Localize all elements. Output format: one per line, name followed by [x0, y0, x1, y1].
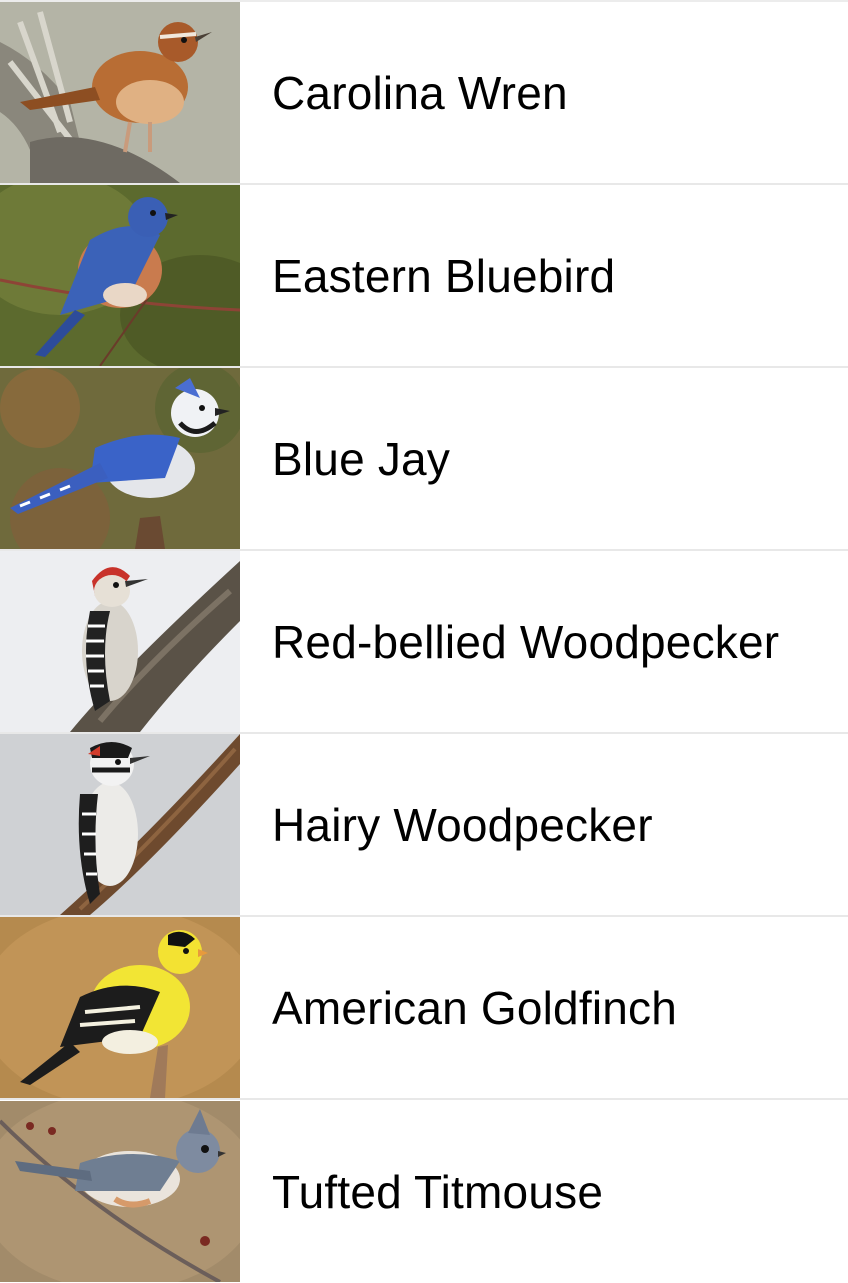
red-bellied-woodpecker-photo — [0, 551, 240, 732]
bird-list: Carolina Wren Eastern Bluebird Blue Jay … — [0, 0, 848, 1283]
bird-name: American Goldfinch — [272, 981, 677, 1034]
list-item-red-bellied-woodpecker[interactable]: Red-bellied Woodpecker — [0, 551, 848, 734]
bird-name: Hairy Woodpecker — [272, 798, 653, 851]
bird-name: Eastern Bluebird — [272, 249, 616, 302]
bird-name: Blue Jay — [272, 432, 451, 485]
tufted-titmouse-photo — [0, 1101, 240, 1282]
list-item-american-goldfinch[interactable]: American Goldfinch — [0, 917, 848, 1100]
list-item-tufted-titmouse[interactable]: Tufted Titmouse — [0, 1100, 848, 1283]
list-item-blue-jay[interactable]: Blue Jay — [0, 368, 848, 551]
bird-name: Red-bellied Woodpecker — [272, 615, 780, 668]
blue-jay-photo — [0, 368, 240, 549]
list-item-carolina-wren[interactable]: Carolina Wren — [0, 2, 848, 185]
hairy-woodpecker-photo — [0, 734, 240, 915]
american-goldfinch-photo — [0, 917, 240, 1098]
bird-name: Carolina Wren — [272, 66, 568, 119]
carolina-wren-photo — [0, 2, 240, 183]
list-item-eastern-bluebird[interactable]: Eastern Bluebird — [0, 185, 848, 368]
list-item-hairy-woodpecker[interactable]: Hairy Woodpecker — [0, 734, 848, 917]
eastern-bluebird-photo — [0, 185, 240, 366]
bird-name: Tufted Titmouse — [272, 1165, 604, 1218]
